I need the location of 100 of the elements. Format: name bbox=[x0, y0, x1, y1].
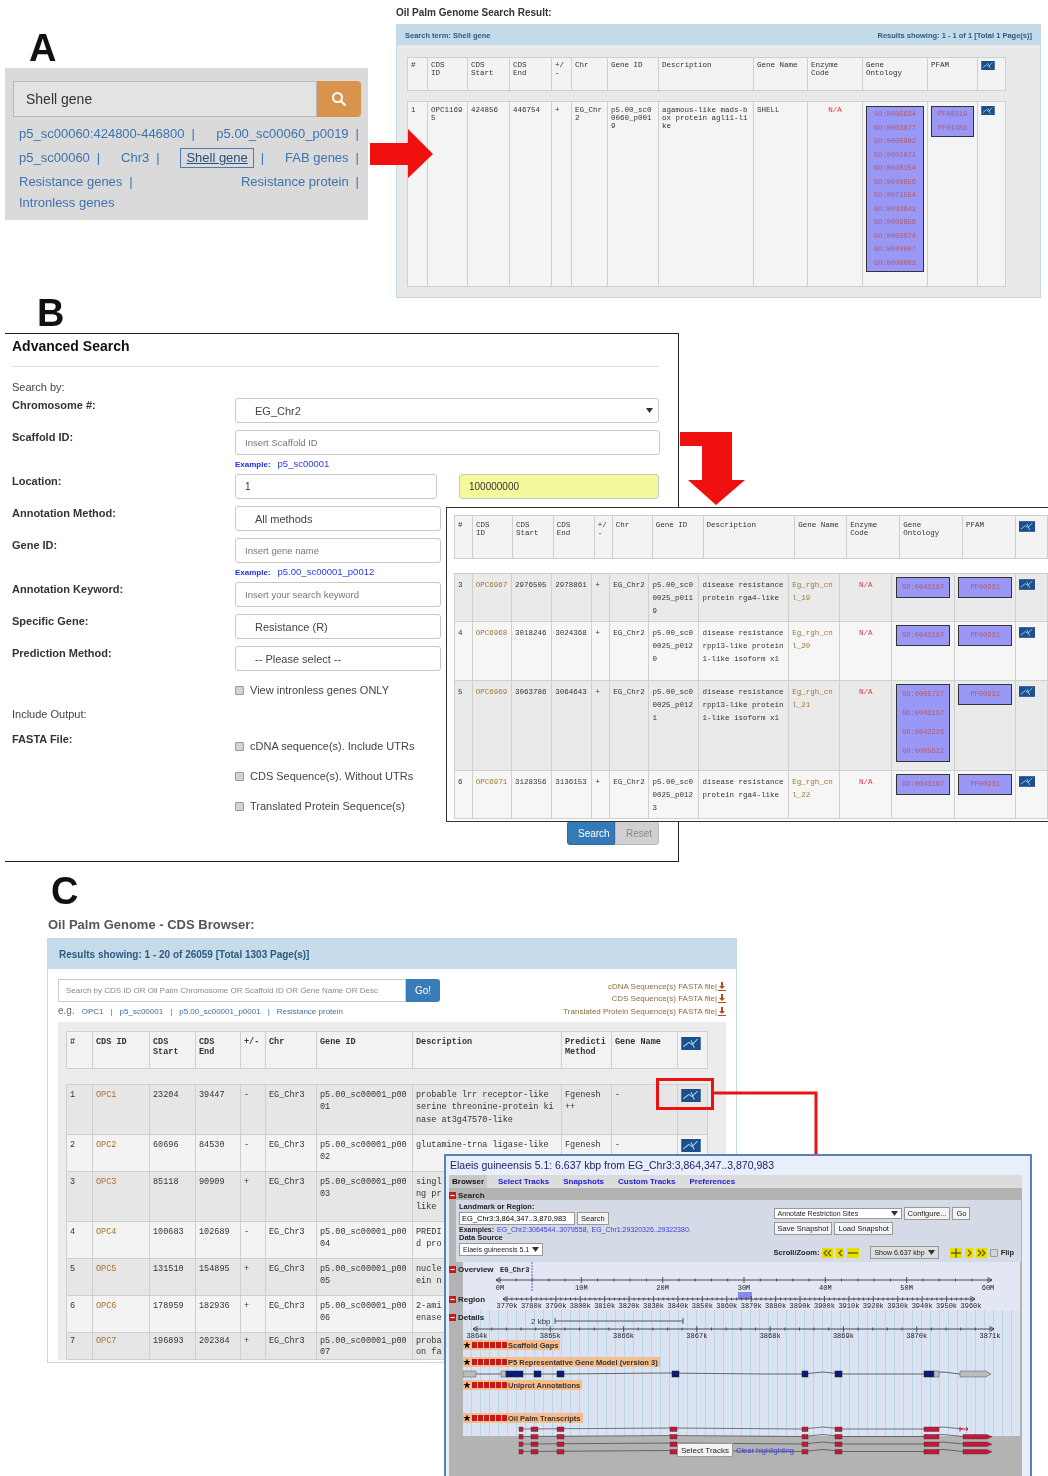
thumbnail-icon[interactable] bbox=[981, 61, 995, 70]
search-link[interactable]: Resistance protein bbox=[240, 173, 349, 191]
tab[interactable]: Custom Tracks bbox=[615, 1175, 679, 1188]
input-field[interactable]: 1 bbox=[235, 474, 437, 499]
thumbnail-icon[interactable] bbox=[681, 1036, 701, 1050]
table-cell: - bbox=[240, 1084, 266, 1134]
search-link[interactable]: Intronless genes bbox=[19, 194, 115, 212]
thumbnail-icon[interactable] bbox=[1019, 686, 1036, 697]
search-link[interactable]: Shell gene bbox=[180, 148, 254, 168]
field-label: Annotation Keyword: bbox=[12, 582, 125, 597]
checkbox[interactable] bbox=[235, 741, 244, 751]
link-separator: | bbox=[170, 1007, 173, 1016]
collapse-icon[interactable] bbox=[449, 1295, 456, 1303]
checkbox[interactable] bbox=[235, 685, 244, 695]
link-separator: | bbox=[110, 1007, 113, 1016]
panel-letter: B bbox=[37, 294, 65, 332]
table-cell: 84530 bbox=[195, 1134, 241, 1171]
tab[interactable]: Preferences bbox=[686, 1175, 739, 1188]
example-label: Example: bbox=[235, 460, 271, 469]
tab[interactable]: Browser bbox=[449, 1175, 487, 1188]
collapse-icon[interactable] bbox=[449, 1191, 456, 1199]
thumbnail-icon[interactable] bbox=[1018, 521, 1035, 532]
thumbnail-icon[interactable] bbox=[681, 1138, 701, 1152]
search-link[interactable]: p5.00_sc00060_p0019 bbox=[216, 125, 349, 143]
thumbnail-icon[interactable] bbox=[1019, 579, 1036, 590]
column-header: Description bbox=[412, 1031, 562, 1068]
link-separator: | bbox=[355, 173, 359, 191]
download-link[interactable]: Translated Protein Sequence(s) FASTA file| bbox=[563, 1006, 717, 1016]
column-header: CDS Start bbox=[149, 1031, 196, 1068]
checkbox-label: View intronless genes ONLY bbox=[250, 684, 389, 696]
download-link[interactable]: CDS Sequence(s) FASTA file| bbox=[611, 994, 717, 1004]
example-link[interactable]: Resistance protein bbox=[276, 1007, 343, 1016]
input-field[interactable]: Insert Scaffold ID bbox=[235, 430, 660, 455]
double-left-icon[interactable] bbox=[822, 1247, 834, 1258]
table-cell: 6 bbox=[66, 1295, 93, 1332]
search-field[interactable]: Shell gene bbox=[13, 81, 317, 117]
column-header: +/- bbox=[240, 1031, 266, 1068]
zoom-out-icon[interactable] bbox=[847, 1247, 860, 1258]
example-link[interactable]: p5.00_sc00001_p0012 bbox=[277, 567, 375, 577]
dropdown-value: All methods bbox=[255, 512, 313, 525]
search-icon[interactable] bbox=[331, 91, 347, 107]
panel-letter: A bbox=[29, 29, 57, 67]
position-marker bbox=[531, 1262, 533, 1292]
example-link[interactable]: p5.00_sc00001_p0001 bbox=[179, 1007, 261, 1016]
collapse-icon[interactable] bbox=[449, 1265, 456, 1273]
search-field[interactable]: Search by CDS ID OR Oil Palm Chromosome OR Scaffold ID OR Gene Name OR Desc bbox=[58, 979, 406, 1002]
search-link[interactable]: Chr3 bbox=[121, 149, 150, 167]
tab[interactable]: Select Tracks bbox=[495, 1175, 553, 1188]
example-link[interactable]: p5_sc00001 bbox=[119, 1007, 164, 1016]
table-cell: 102689 bbox=[195, 1221, 241, 1258]
column-header: Gene Name bbox=[611, 1031, 678, 1068]
dropdown[interactable]: -- Please select -- bbox=[235, 646, 441, 671]
thumbnail-icon[interactable] bbox=[1019, 627, 1036, 638]
go-button[interactable]: Go! bbox=[406, 979, 440, 1002]
input-field[interactable]: Insert gene name bbox=[235, 538, 441, 563]
table-cell: p5.00_sc00001_p0006 bbox=[316, 1295, 413, 1332]
search-link[interactable]: p5_sc00060:424800-446800 bbox=[19, 125, 185, 143]
search-link[interactable]: FAB genes bbox=[285, 149, 349, 167]
thumbnail-icon[interactable] bbox=[981, 106, 995, 115]
select-tracks-button[interactable]: Select Tracks bbox=[677, 1443, 734, 1457]
example-link[interactable]: p5_sc00001 bbox=[277, 459, 330, 469]
search-link[interactable]: p5_sc00060 bbox=[19, 149, 90, 167]
download-icon[interactable] bbox=[718, 994, 726, 1004]
table-cell: 1 bbox=[66, 1084, 93, 1134]
download-icon[interactable] bbox=[718, 981, 726, 991]
thumbnail-icon[interactable] bbox=[1019, 776, 1036, 787]
checkbox-label: CDS Sequence(s). Without UTRs bbox=[250, 770, 414, 782]
column-header: CDS End bbox=[195, 1031, 241, 1068]
download-icon[interactable] bbox=[718, 1006, 726, 1016]
field-label: FASTA File: bbox=[12, 732, 74, 747]
input-field[interactable]: 100000000 bbox=[459, 474, 659, 499]
column-header: Chr bbox=[265, 1031, 317, 1068]
zoom-in-icon[interactable] bbox=[949, 1247, 962, 1258]
dropdown[interactable]: All methods bbox=[235, 506, 441, 531]
table-cell: 23204 bbox=[149, 1084, 196, 1134]
dropdown-value: EG_Chr2 bbox=[255, 404, 301, 417]
column-header: CDS ID bbox=[92, 1031, 150, 1068]
table-cell: p5.00_sc00001_p0001 bbox=[316, 1084, 413, 1134]
column-header: Predicti Method bbox=[561, 1031, 612, 1068]
field-label: Annotation Method: bbox=[12, 506, 117, 521]
checkbox[interactable] bbox=[989, 1248, 998, 1257]
thumbnail-icon[interactable] bbox=[681, 1088, 701, 1102]
double-right-icon[interactable] bbox=[975, 1247, 987, 1258]
search-link[interactable]: Resistance genes bbox=[19, 173, 123, 191]
left-icon[interactable] bbox=[836, 1247, 845, 1258]
scale-label: 2 kbp bbox=[531, 1316, 551, 1326]
checkbox[interactable] bbox=[235, 771, 244, 781]
right-icon[interactable] bbox=[964, 1247, 973, 1258]
dropdown[interactable]: Resistance (R) bbox=[235, 614, 441, 639]
search-button[interactable]: Search bbox=[567, 821, 615, 845]
input-field[interactable]: Insert your search keyword bbox=[235, 582, 441, 607]
dropdown[interactable]: EG_Chr2 bbox=[235, 398, 659, 423]
tab[interactable]: Snapshots bbox=[560, 1175, 608, 1188]
form-label: Search by: bbox=[12, 381, 66, 395]
download-link[interactable]: cDNA Sequence(s) FASTA file| bbox=[607, 981, 717, 991]
table-cell: 7 bbox=[66, 1332, 93, 1359]
collapse-icon[interactable] bbox=[449, 1313, 456, 1321]
example-link[interactable]: OPC1 bbox=[81, 1007, 104, 1016]
checkbox[interactable] bbox=[235, 801, 244, 811]
section-title: Region bbox=[458, 1294, 486, 1304]
